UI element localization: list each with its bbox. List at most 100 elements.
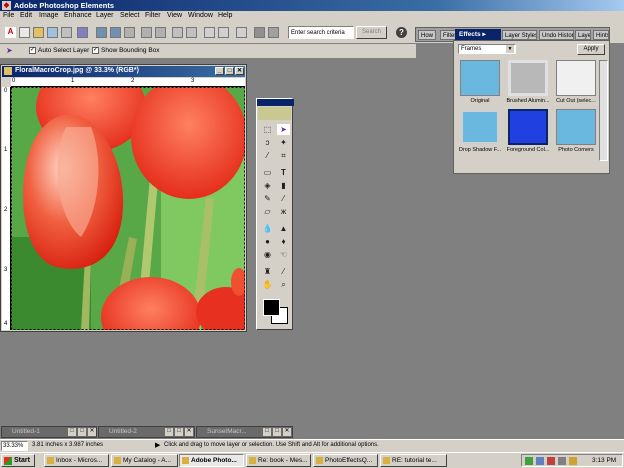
red-eye-tool-icon[interactable]: ◉ xyxy=(261,249,274,260)
eraser-tool-icon[interactable]: ▱ xyxy=(261,206,274,217)
task-re-tutorial[interactable]: RE: tutorial te... xyxy=(380,454,447,467)
menu-window[interactable]: Window xyxy=(188,12,213,19)
resize-icon[interactable] xyxy=(268,27,279,38)
messenger-icon[interactable] xyxy=(536,457,544,465)
effect-thumbnail-drop-shadow[interactable] xyxy=(460,109,500,145)
close-button[interactable]: ✕ xyxy=(283,428,291,436)
browse-icon[interactable] xyxy=(61,27,72,38)
chevron-down-icon[interactable]: ▼ xyxy=(506,45,514,53)
effects-category-select[interactable]: Frames ▼ xyxy=(458,44,516,54)
search-input[interactable]: Enter search criteria xyxy=(288,26,354,39)
image-canvas[interactable] xyxy=(11,87,245,330)
marquee-tool-icon[interactable]: ⬚ xyxy=(261,124,274,135)
quick-fix-icon[interactable] xyxy=(236,27,247,38)
camera-icon[interactable] xyxy=(254,27,265,38)
hand-tool-icon[interactable]: ✋ xyxy=(261,279,274,290)
menu-select[interactable]: Select xyxy=(120,12,139,19)
restore-button[interactable]: □ xyxy=(263,428,271,436)
step-forward-icon[interactable] xyxy=(218,27,229,38)
online-services-icon[interactable] xyxy=(172,27,183,38)
task-photoeffects[interactable]: PhotoEffectsQ... xyxy=(313,454,378,467)
restore-button[interactable]: □ xyxy=(68,428,76,436)
tab-layers[interactable]: Layers xyxy=(575,30,591,40)
minimized-doc-untitled-1[interactable]: Untitled-1 □ □ ✕ xyxy=(1,426,97,438)
blur-tool-icon[interactable]: 💧 xyxy=(261,223,274,234)
menu-layer[interactable]: Layer xyxy=(96,12,114,19)
menu-file[interactable]: File xyxy=(3,12,14,19)
bounding-box-checkbox[interactable]: ✓ xyxy=(92,47,99,54)
tab-hints[interactable]: Hints xyxy=(593,30,609,40)
minimized-doc-untitled-2[interactable]: Untitled-2 □ □ ✕ xyxy=(98,426,195,438)
save-icon[interactable] xyxy=(96,27,107,38)
effect-thumbnail-cut-out[interactable] xyxy=(556,60,596,96)
sponge-tool-icon[interactable]: ● xyxy=(261,236,274,247)
crop-tool-icon[interactable]: ⌗ xyxy=(277,150,290,161)
maximize-button[interactable]: □ xyxy=(225,67,234,75)
new-file-icon[interactable] xyxy=(19,27,30,38)
smudge-tool-icon[interactable]: ☜ xyxy=(277,249,290,260)
adobe-logo-icon[interactable]: A xyxy=(5,27,16,38)
menu-enhance[interactable]: Enhance xyxy=(64,12,92,19)
close-button[interactable]: ✕ xyxy=(235,67,244,75)
maximize-button[interactable]: □ xyxy=(273,428,281,436)
effect-thumbnail-brushed-aluminum[interactable] xyxy=(508,60,548,96)
antivirus-icon[interactable] xyxy=(547,457,555,465)
task-inbox[interactable]: Inbox - Micros... xyxy=(44,454,109,467)
tab-undo-history[interactable]: Undo History xyxy=(539,30,574,40)
menu-image[interactable]: Image xyxy=(39,12,58,19)
import-icon[interactable] xyxy=(47,27,58,38)
create-icon[interactable] xyxy=(186,27,197,38)
minimized-doc-sunset[interactable]: SunsetMacr... □ □ ✕ xyxy=(196,426,293,438)
document-title-bar[interactable]: FloralMacroCrop.jpg @ 33.3% (RGB*) _ □ ✕ xyxy=(2,66,245,77)
shape-tool-icon[interactable]: ▭ xyxy=(261,167,274,178)
step-backward-icon[interactable] xyxy=(204,27,215,38)
paint-bucket-tool-icon[interactable]: ◈ xyxy=(261,180,274,191)
menu-edit[interactable]: Edit xyxy=(20,12,32,19)
move-tool-icon[interactable]: ➤ xyxy=(6,46,20,56)
volume-icon[interactable] xyxy=(558,457,566,465)
menu-help[interactable]: Help xyxy=(218,12,232,19)
apply-button[interactable]: Apply xyxy=(577,44,605,55)
print-icon[interactable] xyxy=(141,27,152,38)
status-arrow-icon[interactable]: ▶ xyxy=(155,441,160,449)
magic-wand-tool-icon[interactable]: ✦ xyxy=(277,137,290,148)
lasso-tool-icon[interactable]: ↄ xyxy=(261,137,274,148)
sharpen-tool-icon[interactable]: ▲ xyxy=(277,223,290,234)
printer-icon[interactable] xyxy=(569,457,577,465)
menu-view[interactable]: View xyxy=(167,12,182,19)
type-tool-icon[interactable]: T xyxy=(277,167,290,178)
tab-effects[interactable]: Effects ▸ xyxy=(455,29,501,40)
help-icon[interactable]: ? xyxy=(396,27,407,38)
impressionist-brush-icon[interactable]: ж xyxy=(277,206,290,217)
task-re-book[interactable]: Re: book - Mes... xyxy=(246,454,311,467)
auto-select-checkbox[interactable]: ✓ xyxy=(29,47,36,54)
clock[interactable]: 3:13 PM xyxy=(592,455,616,466)
tab-layer-styles[interactable]: Layer Styles xyxy=(502,30,537,40)
clone-stamp-tool-icon[interactable]: ♜ xyxy=(261,266,274,277)
dodge-tool-icon[interactable]: ♦ xyxy=(277,236,290,247)
zoom-field[interactable]: 33.33% xyxy=(1,441,28,451)
effect-thumbnail-original[interactable] xyxy=(460,60,500,96)
minimize-button[interactable]: _ xyxy=(215,67,224,75)
save-for-web-icon[interactable] xyxy=(110,27,121,38)
restore-button[interactable]: □ xyxy=(165,428,173,436)
gradient-tool-icon[interactable]: ▮ xyxy=(277,180,290,191)
search-button[interactable]: Search xyxy=(356,26,387,39)
open-folder-icon[interactable] xyxy=(33,27,44,38)
move-tool-icon[interactable]: ➤ xyxy=(277,124,290,135)
toolbox-title-bar[interactable] xyxy=(257,99,294,106)
foreground-color-swatch[interactable] xyxy=(263,299,280,316)
effects-scrollbar[interactable] xyxy=(599,60,608,161)
brush-tool-icon[interactable]: ⁄ xyxy=(277,193,290,204)
menu-filter[interactable]: Filter xyxy=(145,12,161,19)
attach-email-icon[interactable] xyxy=(124,27,135,38)
close-button[interactable]: ✕ xyxy=(88,428,96,436)
zoom-tool-icon[interactable]: ⌕ xyxy=(277,279,290,290)
eyedropper-tool-icon[interactable]: ⁄ xyxy=(277,266,290,277)
selection-brush-tool-icon[interactable]: ⁄ xyxy=(261,150,274,161)
tab-how-to[interactable]: How To xyxy=(418,30,436,40)
print-preview-icon[interactable] xyxy=(155,27,166,38)
maximize-button[interactable]: □ xyxy=(175,428,183,436)
close-button[interactable]: ✕ xyxy=(185,428,193,436)
start-button[interactable]: Start xyxy=(1,454,35,467)
